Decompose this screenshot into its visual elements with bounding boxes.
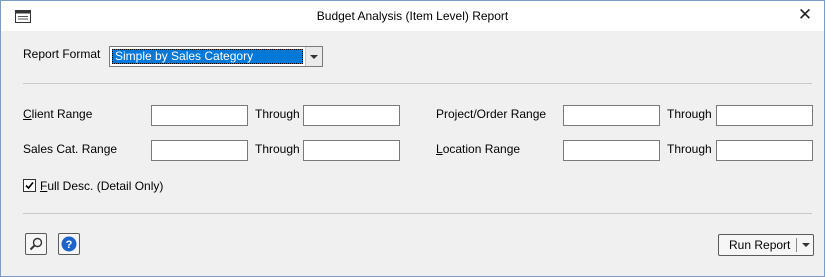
run-report-button[interactable]: Run Report xyxy=(718,234,814,256)
report-dialog: Budget Analysis (Item Level) Report ✕ Re… xyxy=(0,0,825,277)
sales-cat-range-to-input[interactable] xyxy=(303,140,400,161)
full-desc-label[interactable]: Full Desc. (Detail Only) xyxy=(40,179,163,193)
window-title: Budget Analysis (Item Level) Report xyxy=(316,9,509,23)
run-report-label: Run Report xyxy=(729,238,791,252)
client-range-from-input[interactable] xyxy=(151,105,248,126)
title-bar: Budget Analysis (Item Level) Report ✕ xyxy=(1,1,824,31)
location-range-to-input[interactable] xyxy=(716,140,813,161)
location-range-label: Location Range xyxy=(436,142,521,156)
help-button[interactable]: ? xyxy=(58,233,80,255)
client-range-label: Client Range xyxy=(23,107,93,121)
search-button[interactable] xyxy=(25,233,47,255)
close-icon: ✕ xyxy=(797,5,813,24)
top-divider xyxy=(23,83,812,84)
project-order-range-label: Project/Order Range xyxy=(436,107,547,121)
magnifier-icon xyxy=(29,237,43,251)
project-order-through-label: Through xyxy=(667,107,712,121)
project-order-range-from-input[interactable] xyxy=(563,105,660,126)
dialog-content: Report Format Simple by Sales Category C… xyxy=(1,31,824,276)
report-format-label: Report Format xyxy=(23,47,101,61)
help-icon: ? xyxy=(61,236,77,252)
report-format-selected-value: Simple by Sales Category xyxy=(112,49,303,64)
svg-text:?: ? xyxy=(66,239,73,251)
sales-cat-range-from-input[interactable] xyxy=(151,140,248,161)
full-desc-checkbox[interactable] xyxy=(23,179,36,192)
location-through-label: Through xyxy=(667,142,712,156)
report-format-select[interactable]: Simple by Sales Category xyxy=(109,46,323,67)
client-through-label: Through xyxy=(255,107,300,121)
location-range-from-input[interactable] xyxy=(563,140,660,161)
project-order-range-to-input[interactable] xyxy=(716,105,813,126)
chevron-down-icon[interactable] xyxy=(305,47,322,66)
bottom-divider xyxy=(23,213,812,214)
sales-cat-through-label: Through xyxy=(255,142,300,156)
client-range-to-input[interactable] xyxy=(303,105,400,126)
run-report-dropdown-arrow-icon[interactable] xyxy=(797,235,814,255)
close-button[interactable]: ✕ xyxy=(792,3,818,27)
checkmark-icon xyxy=(25,181,34,190)
sales-cat-range-label: Sales Cat. Range xyxy=(23,142,118,156)
